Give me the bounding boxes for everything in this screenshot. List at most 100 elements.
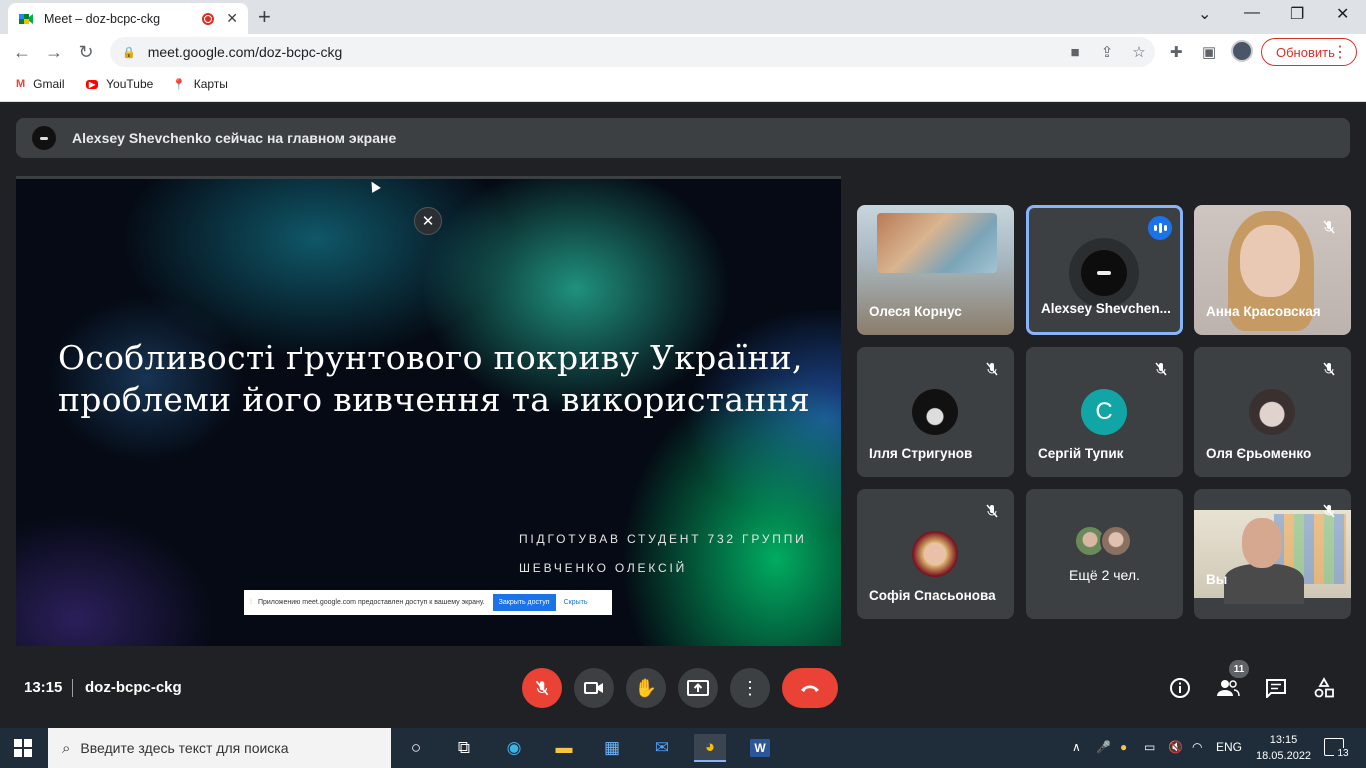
raise-hand-button[interactable]: ✋ (626, 668, 666, 708)
meeting-clock: 13:15 (24, 679, 63, 696)
present-screen-button[interactable] (678, 668, 718, 708)
hang-up-icon (801, 685, 819, 692)
present-icon (687, 680, 709, 696)
browser-tab-bar: Meet – doz-bcpc-ckg ✕ + ⌄ — ❐ ✕ (0, 0, 1366, 34)
menu-dots-icon: ⋮ (1332, 44, 1348, 61)
participant-tile[interactable]: Анна Красовская (1194, 205, 1351, 335)
more-participants-avatars (1074, 525, 1132, 557)
tab-close-icon[interactable]: ✕ (226, 10, 238, 27)
volume-muted-icon[interactable]: 🔇 (1168, 740, 1183, 754)
restore-button[interactable]: ❐ (1290, 4, 1304, 24)
activities-button[interactable] (1312, 676, 1336, 700)
participant-name: Анна Красовская (1206, 304, 1321, 319)
bookmark-star-icon[interactable]: ☆ (1123, 43, 1155, 61)
speaking-indicator-icon (1148, 216, 1172, 240)
participant-tile[interactable]: С Сергій Тупик (1026, 347, 1183, 477)
microphone-tray-icon[interactable]: 🎤 (1096, 740, 1111, 754)
new-tab-button[interactable]: + (258, 6, 271, 28)
forward-button[interactable]: → (42, 40, 66, 64)
battery-icon[interactable]: ▭ (1144, 740, 1155, 754)
participant-avatar: С (1081, 389, 1127, 435)
tab-search-icon[interactable]: ⌄ (1198, 4, 1211, 24)
activities-icon (1314, 677, 1334, 698)
bookmark-label: Карты (193, 77, 228, 91)
self-view-tile[interactable]: Вы (1194, 489, 1351, 619)
reload-button[interactable]: ↻ (74, 40, 98, 64)
taskbar-search[interactable]: ⌕ Введите здесь текст для поиска (48, 728, 391, 768)
more-options-button[interactable]: ⋮ (730, 668, 770, 708)
word-icon[interactable]: W (744, 734, 776, 762)
windows-start-icon[interactable] (14, 739, 32, 757)
slide-author: ПІДГОТУВАВ СТУДЕНТ 732 ГРУППИ ШЕВЧЕНКО О… (519, 525, 807, 583)
share-notice-text: Приложению meet.google.com предоставлен … (257, 599, 485, 606)
edge-icon[interactable]: ◉ (498, 734, 530, 762)
store-icon[interactable]: ▦ (596, 734, 628, 762)
youtube-icon: ▶ (86, 79, 99, 89)
url-text[interactable]: meet.google.com/doz-bcpc-ckg (148, 44, 1059, 60)
taskbar-clock[interactable]: 13:15 18.05.2022 (1256, 732, 1311, 764)
bookmark-youtube[interactable]: ▶ YouTube (86, 77, 153, 91)
lock-icon[interactable]: 🔒 (122, 46, 136, 59)
hide-notice-link[interactable]: Скрыть (564, 599, 588, 606)
participant-avatar (912, 531, 958, 577)
camera-toggle-button[interactable] (574, 668, 614, 708)
input-language[interactable]: ENG (1216, 740, 1242, 754)
meeting-controls-bar: 13:15 doz-bcpc-ckg ✋ ⋮ 11 (0, 660, 1366, 728)
tray-overflow-icon[interactable]: ∧ (1072, 740, 1081, 754)
mic-toggle-button[interactable] (522, 668, 562, 708)
participant-tile[interactable]: Олеся Корнус (857, 205, 1014, 335)
app-tray-icon[interactable]: ● (1120, 740, 1127, 754)
back-button[interactable]: ← (10, 40, 34, 64)
chat-button[interactable] (1264, 676, 1288, 700)
meeting-info-button[interactable] (1168, 676, 1192, 700)
mail-icon[interactable]: ✉ (646, 734, 678, 762)
participant-name: Ілля Стригунов (869, 446, 973, 461)
side-panel-icon[interactable]: ▣ (1202, 43, 1216, 61)
network-icon[interactable]: ◠ (1192, 740, 1202, 754)
file-explorer-icon[interactable]: ▬ (548, 734, 580, 762)
update-button[interactable]: Обновить ⋮ (1261, 38, 1357, 66)
minimize-button[interactable]: — (1244, 4, 1260, 22)
close-window-button[interactable]: ✕ (1336, 4, 1349, 24)
end-call-button[interactable] (782, 668, 838, 708)
participant-tile[interactable]: Ілля Стригунов (857, 347, 1014, 477)
mic-off-icon (1317, 215, 1341, 239)
bookmark-gmail[interactable]: M Gmail (16, 77, 65, 91)
browser-tab[interactable]: Meet – doz-bcpc-ckg ✕ (8, 3, 248, 34)
more-participants-label: Ещё 2 чел. (1069, 567, 1140, 583)
share-icon[interactable]: ⇪ (1091, 43, 1123, 61)
recording-indicator-icon (202, 12, 215, 25)
mic-off-icon (1149, 357, 1173, 381)
bookmark-maps[interactable]: 📍 Карты (172, 77, 228, 91)
participant-tile[interactable]: Софія Спасьонова (857, 489, 1014, 619)
presenter-banner: Alexsey Shevchenko сейчас на главном экр… (16, 118, 1350, 158)
presentation-stage: ✕ Особливості ґрунтового покриву України… (16, 176, 841, 646)
extensions-icon[interactable]: ✚ (1170, 43, 1183, 61)
close-icon[interactable]: ✕ (414, 207, 442, 235)
profile-avatar[interactable] (1231, 40, 1253, 62)
people-icon (1217, 680, 1240, 697)
participant-avatar (1069, 238, 1139, 308)
stop-sharing-button[interactable]: Закрыть доступ (492, 594, 556, 611)
more-participants-tile[interactable]: Ещё 2 чел. (1026, 489, 1183, 619)
mic-off-icon (535, 680, 549, 696)
chrome-icon[interactable]: ◕ (694, 734, 726, 762)
bookmark-label: Gmail (33, 77, 65, 91)
task-view-icon[interactable]: ⧉ (448, 734, 480, 762)
mouse-cursor-icon (367, 179, 381, 193)
address-bar[interactable]: 🔒 meet.google.com/doz-bcpc-ckg ■ ⇪ ☆ (110, 37, 1155, 67)
update-label: Обновить (1276, 44, 1335, 60)
slide-author-line: ШЕВЧЕНКО ОЛЕКСІЙ (519, 561, 688, 575)
meeting-code: doz-bcpc-ckg (85, 679, 182, 696)
cortana-icon[interactable]: ○ (400, 734, 432, 762)
screen-share-notice: ⁞ Приложению meet.google.com предоставле… (244, 590, 612, 615)
search-placeholder: Введите здесь текст для поиска (80, 740, 289, 756)
drag-handle-icon[interactable]: ⁞ (250, 599, 252, 606)
windows-taskbar: ⌕ Введите здесь текст для поиска ○ ⧉ ◉ ▬… (0, 728, 1366, 768)
participants-button[interactable] (1216, 676, 1240, 700)
participant-tile[interactable]: Оля Єрьоменко (1194, 347, 1351, 477)
banner-text: Alexsey Shevchenko сейчас на главном экр… (72, 130, 397, 146)
camera-icon[interactable]: ■ (1059, 44, 1091, 61)
chat-icon (1266, 679, 1286, 698)
participant-tile-active-speaker[interactable]: Alexsey Shevchen... (1026, 205, 1183, 335)
